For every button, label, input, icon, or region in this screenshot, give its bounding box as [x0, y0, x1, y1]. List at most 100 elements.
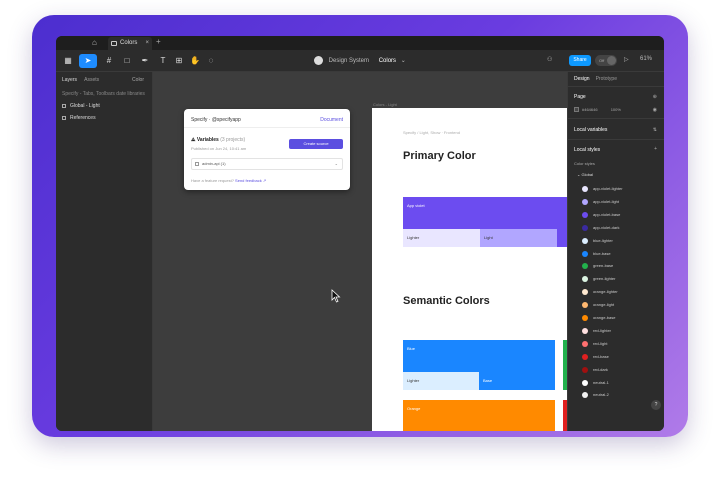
color-style-name: green-lighter [593, 276, 616, 282]
divider [568, 86, 664, 87]
color-chip [574, 107, 579, 113]
color-style-name: red-base [593, 353, 609, 359]
color-style-item[interactable]: blue-base [582, 250, 611, 257]
frame-label[interactable]: Colors - Light [373, 102, 397, 107]
left-panel-tabs: Layers Assets [62, 77, 105, 83]
color-style-name: app-violet-light [593, 198, 620, 204]
frame-breadcrumb: Specify / Light, Show · Frontend [403, 130, 460, 135]
dev-mode-toggle[interactable]: Off [595, 55, 617, 66]
color-style-item[interactable]: green-lighter [582, 276, 616, 283]
close-icon[interactable]: × [145, 37, 149, 50]
figma-window: ⌂ Colors × + ▦ ➤ # □ ✒ T ⊞ ✋ ◌ Design Sy… [56, 36, 664, 431]
color-style-item[interactable]: neutral-1 [582, 379, 609, 386]
share-button[interactable]: Share [569, 55, 591, 66]
page-color[interactable]: #464646 100% [574, 107, 621, 113]
swatch-violet-base[interactable] [557, 229, 567, 247]
resources-icon[interactable]: ⊞ [171, 54, 187, 68]
color-style-item[interactable]: red-lighter [582, 327, 611, 334]
color-style-item[interactable]: orange-lighter [582, 289, 618, 296]
comment-tool-icon[interactable]: ◌ [203, 54, 219, 68]
layer-item[interactable]: References [62, 115, 96, 121]
color-style-item[interactable]: neutral-2 [582, 392, 609, 399]
source-icon [195, 162, 199, 166]
divider [568, 139, 664, 140]
color-style-item[interactable]: app-violet-light [582, 198, 620, 205]
toggle-knob [607, 56, 616, 65]
style-group-label: Global [581, 172, 594, 177]
variables-label: Variables [196, 137, 219, 143]
file-breadcrumb[interactable]: Design System Colors ⌄ [314, 56, 406, 65]
swatch-blue[interactable]: Blue [403, 340, 555, 372]
color-style-item[interactable]: green-base [582, 263, 613, 270]
team-name: Design System [328, 58, 370, 65]
zoom-level[interactable]: 61% [640, 56, 652, 62]
tab-assets[interactable]: Assets [84, 77, 99, 83]
color-style-item[interactable]: app-violet-lighter [582, 186, 623, 192]
color-swatch-dot [582, 237, 588, 244]
present-icon[interactable]: ▷ [624, 56, 629, 63]
tab-layers[interactable]: Layers [62, 77, 77, 83]
source-select-value: admin-api (1) [202, 161, 226, 166]
swatch-label: Light [484, 235, 493, 240]
page-settings-icon[interactable]: ⊕ [653, 94, 657, 100]
color-swatch-dot [582, 289, 588, 296]
colors-frame[interactable]: Specify / Light, Show · Frontend Primary… [372, 108, 567, 431]
color-swatch-dot [582, 392, 588, 399]
source-select[interactable]: admin-api (1) ⌄ [191, 158, 343, 170]
shape-tool-icon[interactable]: □ [119, 54, 135, 68]
color-style-item[interactable]: red-dark [582, 366, 608, 373]
style-group[interactable]: ⌄ Global [577, 172, 593, 177]
new-tab-button[interactable]: + [156, 37, 161, 46]
swatch-label: Blue [407, 346, 416, 351]
help-button[interactable]: ? [651, 400, 661, 410]
page-color-hex: #464646 [582, 107, 598, 112]
frame-tool-icon[interactable]: # [101, 54, 117, 68]
color-style-item[interactable]: red-base [582, 353, 609, 360]
primary-color-title: Primary Color [403, 150, 476, 162]
pen-tool-icon[interactable]: ✒ [137, 54, 153, 68]
tab-prototype[interactable]: Prototype [596, 76, 617, 82]
tab-design[interactable]: Design [574, 76, 590, 82]
team-logo-icon [314, 56, 323, 65]
color-style-item[interactable]: blue-lighter [582, 237, 613, 244]
home-icon[interactable]: ⌂ [92, 39, 100, 47]
file-name[interactable]: Colors [379, 58, 396, 64]
color-style-item[interactable]: red-light [582, 340, 607, 347]
feedback-text: Have a feature request? Send feedback ↗ [191, 178, 266, 183]
swatch-violet-lighter[interactable]: Lighter [403, 229, 480, 247]
color-style-item[interactable]: app-violet-dark [582, 224, 619, 231]
color-style-item[interactable]: app-violet-base [582, 211, 620, 218]
move-tool-icon[interactable]: ➤ [79, 54, 97, 68]
color-style-name: orange-light [593, 302, 615, 308]
swatch-blue-base[interactable]: Base [479, 372, 555, 390]
swatch-blue-lighter[interactable]: Lighter [403, 372, 479, 390]
swatch-violet-light[interactable]: Light [480, 229, 557, 247]
current-page-selector[interactable]: Color [132, 77, 144, 83]
color-style-name: orange-lighter [593, 289, 618, 295]
variables-heading: ⟁ Variables (3 projects) [191, 137, 245, 143]
file-icon [111, 41, 117, 46]
color-style-item[interactable]: orange-base [582, 315, 615, 321]
add-style-icon[interactable]: + [654, 146, 657, 152]
chevron-down-icon: ⌄ [400, 58, 406, 65]
swatch-app-violet[interactable]: App violet [403, 197, 567, 229]
text-tool-icon[interactable]: T [155, 54, 171, 68]
send-feedback-link[interactable]: Send feedback ↗ [235, 178, 266, 183]
create-source-button[interactable]: Create source [289, 139, 343, 149]
divider [568, 118, 664, 119]
variables-settings-icon[interactable]: ⇅ [653, 127, 657, 133]
main-menu-icon[interactable]: ▦ [60, 54, 76, 68]
layer-item[interactable]: Global - Light [62, 103, 100, 109]
documentation-link[interactable]: Document [320, 117, 343, 123]
swatch-orange[interactable]: Orange [403, 400, 555, 431]
hand-tool-icon[interactable]: ✋ [187, 54, 203, 68]
local-variables-title[interactable]: Local variables [574, 127, 607, 133]
color-swatch-dot [582, 263, 588, 270]
canvas[interactable]: Specify · @specifyapp Document ⟁ Variabl… [153, 72, 567, 431]
eye-icon[interactable]: ◉ [653, 107, 657, 113]
multiplayer-icon[interactable]: ⚇ [547, 56, 552, 63]
color-style-name: blue-base [593, 250, 611, 256]
tab-colors[interactable]: Colors × [108, 37, 152, 50]
color-style-item[interactable]: orange-light [582, 302, 615, 309]
layer-item[interactable]: Specify - Tabs, Toolbars date libraries [62, 91, 145, 97]
